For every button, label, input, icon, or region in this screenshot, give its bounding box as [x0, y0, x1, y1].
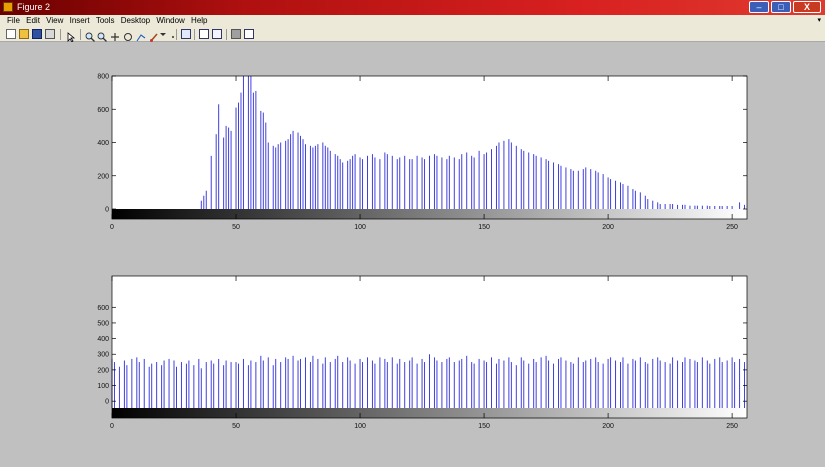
y-tick-label: 600: [97, 305, 109, 312]
x-tick-label: 100: [354, 423, 366, 430]
x-tick-label: 250: [726, 224, 738, 231]
x-tick-label: 150: [478, 224, 490, 231]
y-tick-label: 100: [97, 383, 109, 390]
histogram-bottom: 0 100 200 300 400 500 600 0 50 100 150 200 250: [97, 275, 748, 430]
x-tick-label: 100: [354, 224, 366, 231]
x-tick-label: 0: [110, 224, 114, 231]
y-tick-label: 500: [97, 320, 109, 327]
y-tick-label: 400: [97, 336, 109, 343]
y-tick-label: 600: [97, 107, 109, 114]
histogram-plots: 0 200 400 600 800 0 50 100 150 200 250 0 100 200 300 40…: [97, 74, 748, 430]
y-tick-label: 300: [97, 352, 109, 359]
x-tick-label: 0: [110, 423, 114, 430]
x-tick-label: 200: [602, 423, 614, 430]
x-tick-label: 250: [726, 423, 738, 430]
x-tick-label: 200: [602, 224, 614, 231]
x-tick-label: 50: [232, 423, 240, 430]
y-tick-label: 200: [97, 367, 109, 374]
y-tick-label: 400: [97, 140, 109, 147]
histogram-top: 0 200 400 600 800 0 50 100 150 200 250: [97, 74, 748, 231]
y-tick-label: 200: [97, 173, 109, 180]
y-tick-label: 0: [105, 399, 109, 406]
y-tick-label: 0: [105, 207, 109, 214]
y-tick-label: 800: [97, 74, 109, 81]
x-tick-label: 150: [478, 423, 490, 430]
x-tick-label: 50: [232, 224, 240, 231]
